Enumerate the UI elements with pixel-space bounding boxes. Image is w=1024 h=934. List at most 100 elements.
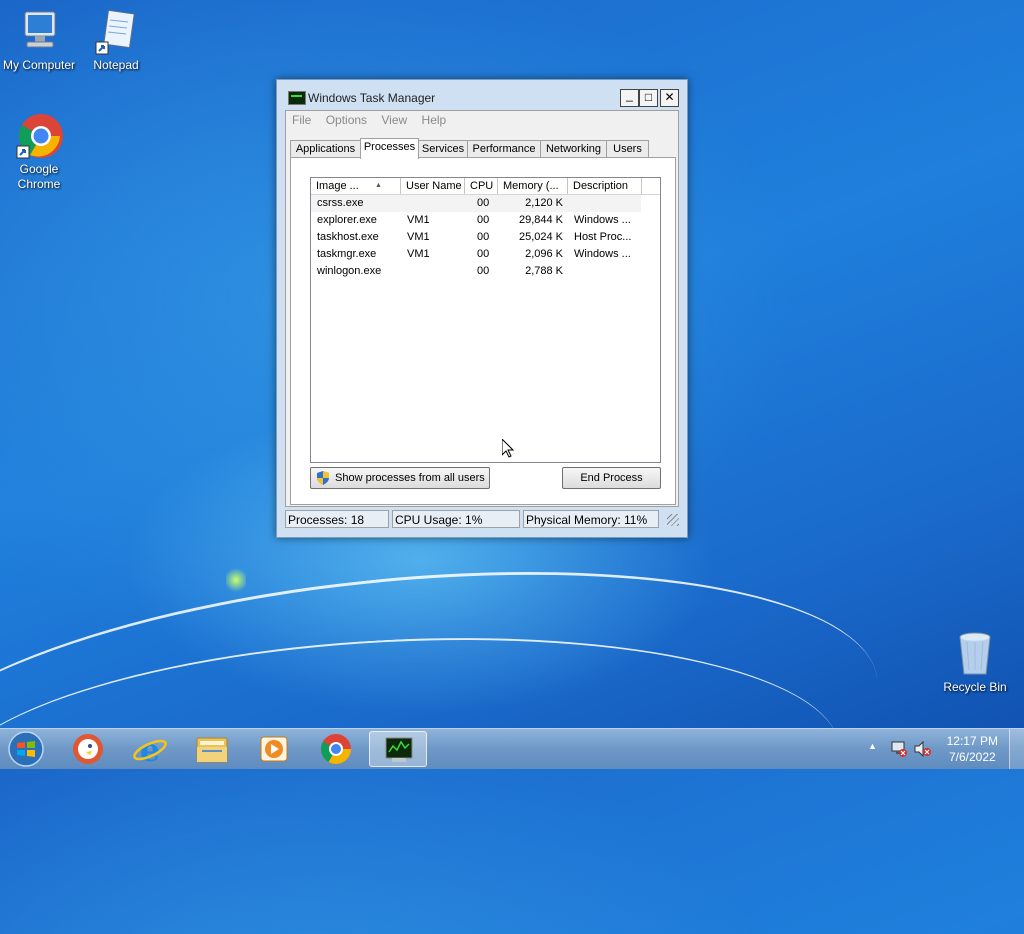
tab-applications[interactable]: Applications (290, 140, 361, 158)
shield-icon (317, 471, 329, 485)
process-description: Windows ... (574, 248, 631, 260)
duckduckgo-icon (73, 734, 103, 764)
process-cpu: 00 (477, 197, 490, 209)
desktop-icon-google-chrome[interactable]: Google Chrome (0, 112, 79, 192)
process-memory: 2,096 K (525, 248, 563, 260)
column-cpu[interactable]: CPU (465, 178, 498, 194)
process-list-header: Image ... ▲ User Name CPU Memory (... De… (311, 178, 660, 195)
tab-users[interactable]: Users (606, 140, 649, 158)
taskbar: e ▲ 12:17 PM 7/6/2022 (0, 728, 1024, 769)
menu-help[interactable]: Help (422, 113, 447, 127)
process-cpu: 00 (477, 231, 490, 243)
notepad-icon (92, 8, 140, 56)
file-explorer-icon (196, 737, 228, 763)
minimize-button[interactable]: _ (620, 89, 639, 107)
mouse-cursor-icon (501, 437, 515, 461)
chrome-icon (15, 112, 63, 160)
process-row[interactable]: csrss.exe 00 2,120 K (311, 195, 641, 212)
show-all-users-label: Show processes from all users (335, 472, 485, 484)
process-user: VM1 (407, 231, 430, 243)
process-list[interactable]: Image ... ▲ User Name CPU Memory (... De… (310, 177, 661, 463)
taskbar-chrome-button[interactable] (307, 731, 365, 767)
process-description: Host Proc... (574, 231, 632, 243)
column-user-name[interactable]: User Name (401, 178, 465, 194)
start-button[interactable] (6, 730, 46, 768)
tab-processes[interactable]: Processes (360, 138, 419, 159)
maximize-button[interactable]: □ (639, 89, 658, 107)
process-memory: 25,024 K (518, 231, 563, 243)
network-status-icon[interactable] (890, 741, 908, 757)
process-description: Windows ... (574, 214, 631, 226)
taskbar-file-explorer-button[interactable] (183, 731, 241, 767)
task-manager-icon (385, 737, 413, 762)
column-memory[interactable]: Memory (... (498, 178, 568, 194)
desktop-icon-label: Recycle Bin (943, 680, 1007, 694)
desktop-icon-label: Google Chrome (17, 162, 61, 191)
process-image: explorer.exe (317, 214, 377, 226)
tab-performance[interactable]: Performance (467, 140, 541, 158)
menu-bar: File Options View Help (292, 113, 457, 129)
process-memory: 2,120 K (525, 197, 563, 209)
desktop-icon-label: My Computer (2, 58, 76, 72)
processes-panel: Image ... ▲ User Name CPU Memory (... De… (290, 157, 676, 505)
tab-networking[interactable]: Networking (540, 140, 607, 158)
desktop-icon-recycle-bin[interactable]: Recycle Bin (935, 630, 1015, 695)
process-row[interactable]: winlogon.exe 00 2,788 K (311, 263, 641, 280)
process-cpu: 00 (477, 265, 490, 277)
end-process-button[interactable]: End Process (562, 467, 661, 489)
desktop-icon-notepad[interactable]: Notepad (76, 8, 156, 73)
recycle-bin-icon (951, 630, 999, 678)
show-desktop-button[interactable] (1009, 729, 1024, 769)
taskbar-duckduckgo-button[interactable] (59, 731, 117, 767)
process-row[interactable]: taskhost.exe VM1 00 25,024 K Host Proc..… (311, 229, 641, 246)
taskbar-media-player-button[interactable] (245, 731, 303, 767)
task-manager-window: Windows Task Manager _ □ ✕ File Options … (276, 79, 688, 538)
media-player-icon (260, 736, 288, 762)
vertical-scrollbar-track[interactable] (643, 195, 660, 461)
process-image: taskhost.exe (317, 231, 379, 243)
process-memory: 2,788 K (525, 265, 563, 277)
window-client-area: File Options View Help Applications Proc… (285, 110, 679, 507)
clock-date: 7/6/2022 (948, 750, 996, 764)
process-user: VM1 (407, 248, 430, 260)
process-memory: 29,844 K (518, 214, 563, 226)
windows-logo-icon (8, 731, 44, 767)
taskbar-task-manager-button[interactable] (369, 731, 427, 767)
chrome-icon (320, 734, 351, 765)
process-row[interactable]: explorer.exe VM1 00 29,844 K Windows ... (311, 212, 641, 229)
show-hidden-icons-button[interactable]: ▲ (868, 741, 877, 751)
process-image: winlogon.exe (317, 265, 382, 277)
tab-services[interactable]: Services (418, 140, 468, 158)
title-bar[interactable]: Windows Task Manager _ □ ✕ (277, 80, 687, 110)
menu-options[interactable]: Options (326, 113, 367, 127)
taskbar-internet-explorer-button[interactable]: e (121, 731, 179, 769)
task-manager-icon (288, 91, 306, 105)
status-bar: Processes: 18 CPU Usage: 1% Physical Mem… (285, 510, 683, 530)
volume-muted-icon[interactable] (914, 740, 932, 758)
internet-explorer-icon: e (133, 731, 167, 769)
close-button[interactable]: ✕ (660, 89, 679, 107)
column-image-name[interactable]: Image ... ▲ (311, 178, 401, 194)
status-processes: Processes: 18 (285, 510, 389, 528)
taskbar-clock[interactable]: 12:17 PM 7/6/2022 (947, 733, 998, 765)
column-description[interactable]: Description (568, 178, 642, 194)
wallpaper-swoosh (0, 616, 847, 926)
desktop-icon-label: Notepad (93, 58, 139, 72)
sort-ascending-icon: ▲ (375, 182, 382, 189)
status-physical-memory: Physical Memory: 11% (523, 510, 659, 528)
process-image: taskmgr.exe (317, 248, 377, 260)
menu-view[interactable]: View (381, 113, 407, 127)
menu-file[interactable]: File (292, 113, 311, 127)
process-image: csrss.exe (317, 197, 364, 209)
computer-icon (15, 8, 63, 56)
window-title: Windows Task Manager (308, 91, 436, 105)
process-cpu: 00 (477, 248, 490, 260)
resize-grip-icon[interactable] (667, 514, 679, 526)
show-all-users-button[interactable]: Show processes from all users (310, 467, 490, 489)
desktop-icon-my-computer[interactable]: My Computer (0, 8, 79, 73)
svg-text:e: e (140, 731, 160, 767)
process-cpu: 00 (477, 214, 490, 226)
process-row[interactable]: taskmgr.exe VM1 00 2,096 K Windows ... (311, 246, 641, 263)
status-cpu-usage: CPU Usage: 1% (392, 510, 520, 528)
column-label: Image ... (316, 180, 359, 192)
